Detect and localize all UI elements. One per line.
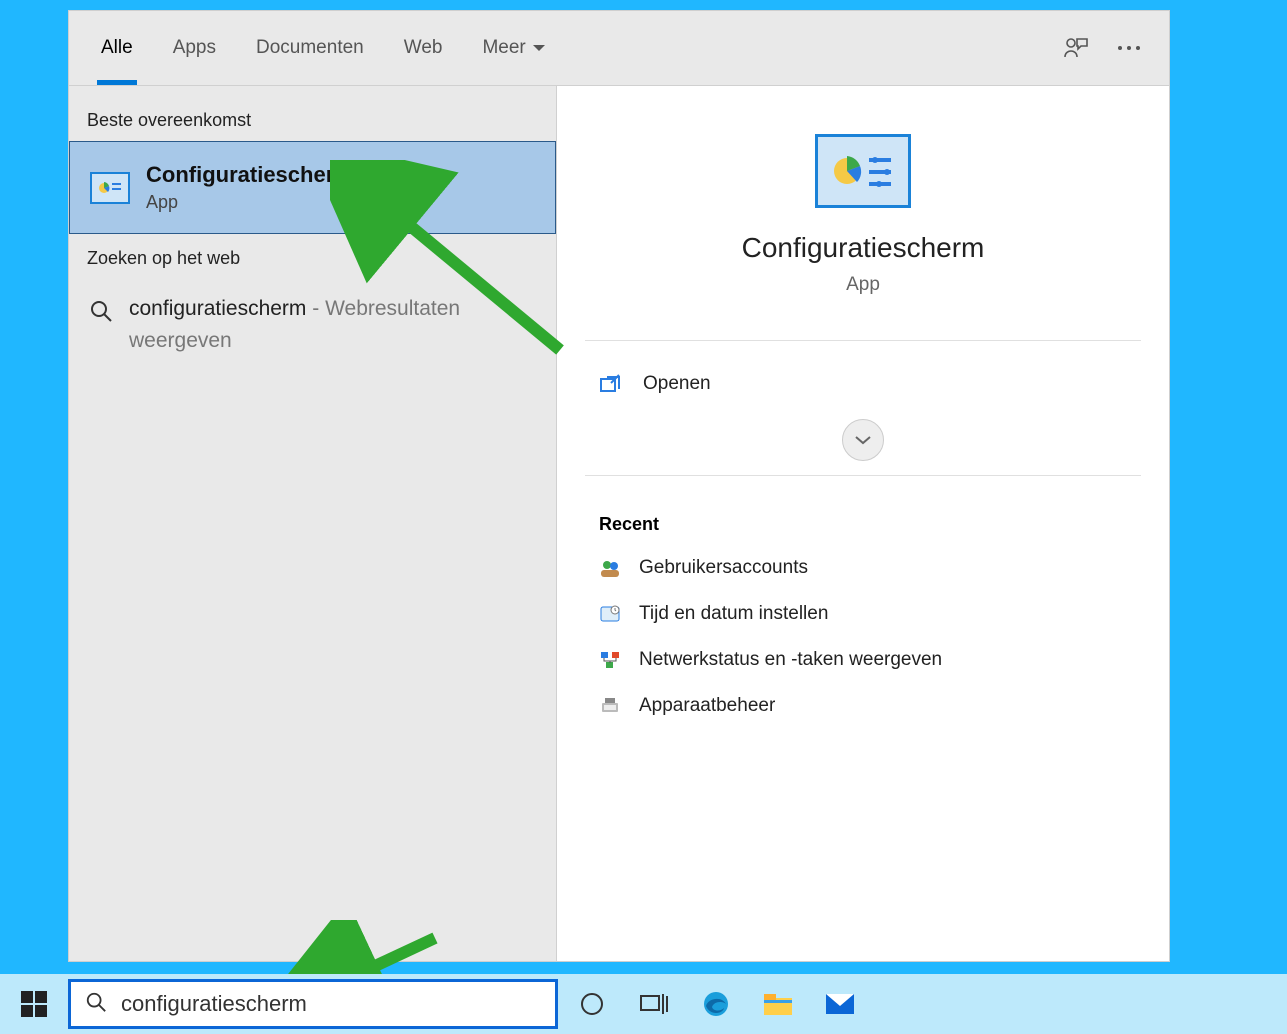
results-column: Beste overeenkomst Configuratiescherm Ap… [69,86,557,961]
cortana-icon[interactable] [564,976,620,1032]
best-match-label: Beste overeenkomst [69,96,556,141]
recent-item-label: Gebruikersaccounts [639,557,808,579]
taskbar [0,974,1287,1034]
open-icon [599,373,621,395]
start-button[interactable] [6,976,62,1032]
recent-netwerkstatus[interactable]: Netwerkstatus en -taken weergeven [557,637,1169,683]
tab-more[interactable]: Meer [462,11,565,85]
divider [585,475,1141,476]
recent-item-label: Tijd en datum instellen [639,603,828,625]
devices-icon [599,695,621,717]
control-panel-icon [90,172,130,204]
detail-title: Configuratiescherm [742,232,985,264]
web-result[interactable]: configuratiescherm - Webresultaten weerg… [69,279,556,370]
web-section-label: Zoeken op het web [69,234,556,279]
search-input[interactable] [121,991,541,1017]
feedback-icon[interactable] [1063,35,1089,61]
search-panel: Alle Apps Documenten Web Meer Beste ove [68,10,1170,962]
divider [585,340,1141,341]
search-icon [85,991,107,1018]
taskbar-search[interactable] [68,979,558,1029]
task-view-icon[interactable] [626,976,682,1032]
tab-more-label: Meer [482,37,525,59]
tab-all[interactable]: Alle [81,11,153,85]
users-icon [599,557,621,579]
tabs-bar: Alle Apps Documenten Web Meer [69,11,1169,86]
result-title: Configuratiescherm [146,162,354,188]
recent-item-label: Apparaatbeheer [639,695,775,717]
ellipsis-icon[interactable] [1117,44,1141,52]
taskbar-edge-icon[interactable] [688,976,744,1032]
network-icon [599,649,621,671]
tab-documents[interactable]: Documenten [236,11,384,85]
web-query: configuratiescherm [129,297,306,320]
control-panel-large-icon [815,134,911,208]
tab-web[interactable]: Web [384,11,463,85]
recent-label: Recent [557,490,1169,545]
taskbar-explorer-icon[interactable] [750,976,806,1032]
recent-item-label: Netwerkstatus en -taken weergeven [639,649,942,671]
recent-tijd-datum[interactable]: Tijd en datum instellen [557,591,1169,637]
expand-button[interactable] [842,419,884,461]
search-icon [89,299,113,323]
chevron-down-icon [532,37,546,59]
web-result-text: configuratiescherm - Webresultaten weerg… [129,293,536,356]
detail-column: Configuratiescherm App Openen Recent [557,86,1169,961]
detail-subtype: App [846,274,880,296]
result-configuratiescherm[interactable]: Configuratiescherm App [69,141,556,234]
tab-apps[interactable]: Apps [153,11,236,85]
taskbar-mail-icon[interactable] [812,976,868,1032]
clock-icon [599,603,621,625]
action-open-label: Openen [643,373,711,395]
action-open[interactable]: Openen [557,355,1169,413]
recent-gebruikersaccounts[interactable]: Gebruikersaccounts [557,545,1169,591]
result-subtype: App [146,192,354,213]
recent-apparaatbeheer[interactable]: Apparaatbeheer [557,683,1169,729]
